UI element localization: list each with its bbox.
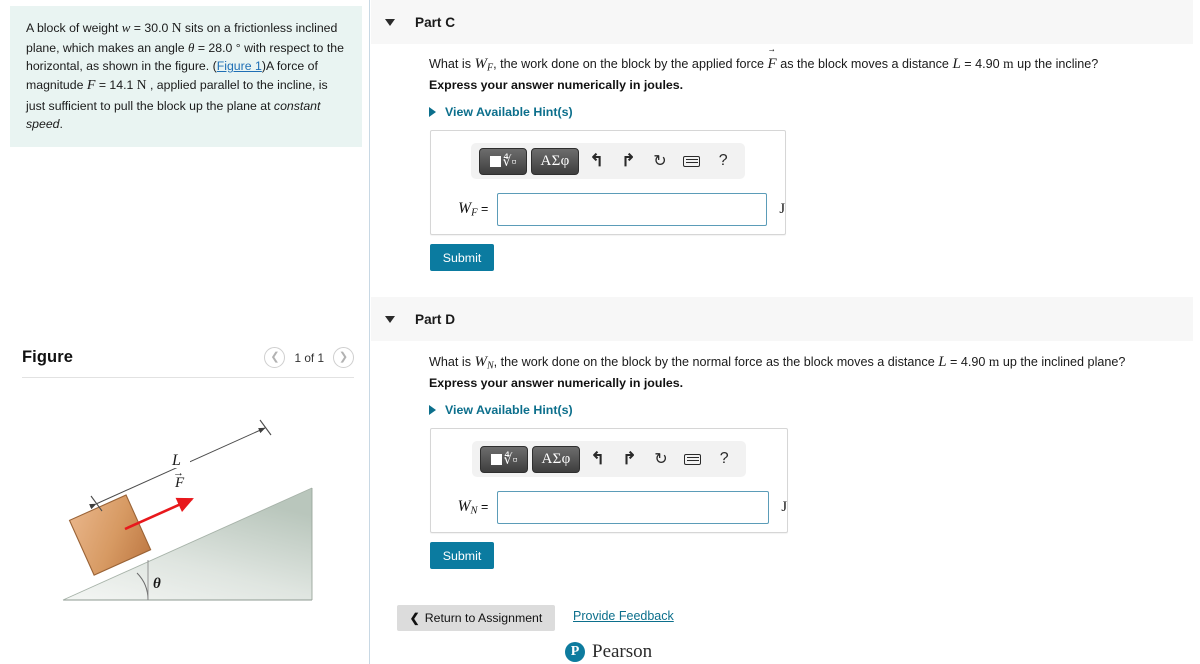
block xyxy=(68,494,152,576)
figure-page-label: 1 of 1 xyxy=(294,350,324,365)
figure-pager: ❮ 1 of 1 ❯ xyxy=(264,347,354,368)
q-post: up the incline? xyxy=(1013,57,1099,71)
pearson-mark-icon: P xyxy=(565,642,585,662)
part-d-answer-label: WN = xyxy=(441,498,489,517)
part-d-answer-row: WN = J xyxy=(431,491,787,524)
problem-text-6: . xyxy=(59,117,63,132)
angle-label: θ xyxy=(153,576,161,592)
pearson-logo: P Pearson xyxy=(565,641,652,663)
q-mid1: , the work done on the block by the norm… xyxy=(493,355,939,369)
answer-equals: = xyxy=(477,202,489,217)
part-d-instruction: Express your answer numerically in joule… xyxy=(429,376,684,390)
answer-equals: = xyxy=(477,500,489,515)
template-root-icon[interactable]: ∜▫ xyxy=(480,445,528,473)
answer-var: W xyxy=(458,200,472,218)
part-d-question: What is WN, the work done on the block b… xyxy=(429,352,1125,374)
q-length-value: = 4.90 xyxy=(960,57,1004,71)
q-length-var: L xyxy=(938,354,947,370)
help-icon[interactable]: ? xyxy=(710,446,738,472)
distance-label: L xyxy=(171,452,181,469)
figure-header: Figure ❮ 1 of 1 ❯ xyxy=(22,347,354,368)
help-icon[interactable]: ? xyxy=(709,148,737,174)
q-force-vector: F xyxy=(768,54,777,75)
part-c-instruction: Express your answer numerically in joule… xyxy=(429,78,684,92)
q-work-var: W xyxy=(474,56,488,72)
left-panel: A block of weight w = 30.0 N sits on a f… xyxy=(0,0,370,664)
part-c-header[interactable]: Part C xyxy=(371,0,1193,44)
reset-icon[interactable]: ↻ xyxy=(646,148,674,174)
part-c-answer-row: WF = J xyxy=(431,193,785,226)
chevron-left-icon[interactable]: ❮ xyxy=(264,347,286,368)
template-root-icon[interactable]: ∜▫ xyxy=(479,147,527,175)
part-d-answer-input[interactable] xyxy=(497,491,770,524)
chevron-down-icon[interactable] xyxy=(385,315,395,323)
undo-icon[interactable]: ↰ xyxy=(583,148,611,174)
force-unit: N xyxy=(136,77,147,93)
weight-value: = 30.0 xyxy=(130,21,172,35)
weight-unit: N xyxy=(171,20,182,35)
part-c-title: Part C xyxy=(415,14,456,30)
redo-icon[interactable]: ↱ xyxy=(616,446,644,472)
redo-icon[interactable]: ↱ xyxy=(615,148,643,174)
reset-icon[interactable]: ↻ xyxy=(647,446,675,472)
greek-symbols-button[interactable]: ΑΣφ xyxy=(531,147,579,175)
part-d-math-toolbar: ∜▫ ΑΣφ ↰ ↱ ↻ ? xyxy=(472,441,746,477)
part-c-answer-unit: J xyxy=(779,201,785,217)
answer-sub: N xyxy=(470,505,478,517)
figure-1-link[interactable]: Figure 1 xyxy=(217,59,262,73)
theta-value: = 28.0 xyxy=(194,40,236,55)
q-work-var: W xyxy=(474,354,488,370)
part-d-answer-card: ∜▫ ΑΣφ ↰ ↱ ↻ ? WN = J xyxy=(430,428,788,533)
q-length-var: L xyxy=(952,56,961,72)
part-c-answer-input[interactable] xyxy=(497,193,768,226)
q-mid2: as the block moves a distance xyxy=(776,57,953,71)
q-length-unit: m xyxy=(1003,56,1014,71)
q-pre: What is xyxy=(429,355,475,369)
triangle-right-icon xyxy=(429,107,436,117)
part-d-title: Part D xyxy=(415,311,456,327)
part-d-hints-toggle[interactable]: View Available Hint(s) xyxy=(429,403,573,417)
pearson-wordmark: Pearson xyxy=(592,641,653,662)
figure-title: Figure xyxy=(22,348,74,366)
provide-feedback-link[interactable]: Provide Feedback xyxy=(573,609,674,623)
part-d-answer-unit: J xyxy=(781,499,787,515)
undo-icon[interactable]: ↰ xyxy=(584,446,612,472)
part-c-answer-label: WF = xyxy=(441,200,488,219)
q-mid1: , the work done on the block by the appl… xyxy=(493,57,768,71)
q-work-sub: N xyxy=(487,360,494,372)
answer-var: W xyxy=(457,498,471,516)
return-to-assignment-label: Return to Assignment xyxy=(424,611,543,625)
assignment-page: A block of weight w = 30.0 N sits on a f… xyxy=(0,0,1200,664)
part-c-submit-button[interactable]: Submit xyxy=(430,244,494,271)
right-panel: Part C What is WF, the work done on the … xyxy=(371,0,1200,664)
part-c-question: What is W F, the work done on the block b… xyxy=(429,54,1098,76)
q-post: up the inclined plane? xyxy=(999,355,1126,369)
part-d-hints-label: View Available Hint(s) xyxy=(445,403,573,417)
return-to-assignment-button[interactable]: ❮ Return to Assignment xyxy=(397,605,555,631)
part-c-answer-card: ∜▫ ΑΣφ ↰ ↱ ↻ ? WF = J xyxy=(430,130,786,235)
chevron-left-icon: ❮ xyxy=(409,611,420,625)
part-d-header[interactable]: Part D xyxy=(371,297,1193,341)
figure-divider xyxy=(22,377,354,378)
greek-symbols-button[interactable]: ΑΣφ xyxy=(532,445,580,473)
distance-tick-end xyxy=(259,419,272,436)
keyboard-icon[interactable] xyxy=(679,446,707,472)
q-pre: What is xyxy=(429,57,475,71)
triangle-right-icon xyxy=(429,405,436,415)
chevron-right-icon[interactable]: ❯ xyxy=(333,347,354,368)
q-length-value: = 4.90 xyxy=(946,355,989,369)
part-c-hints-label: View Available Hint(s) xyxy=(445,105,573,119)
keyboard-icon[interactable] xyxy=(678,148,706,174)
inclined-plane-figure: F → L θ xyxy=(62,419,313,601)
problem-statement: A block of weight w = 30.0 N sits on a f… xyxy=(10,6,362,148)
part-c-math-toolbar: ∜▫ ΑΣφ ↰ ↱ ↻ ? xyxy=(471,143,745,179)
problem-text-1: A block of weight xyxy=(26,21,122,35)
chevron-down-icon[interactable] xyxy=(385,18,395,26)
part-c-hints-toggle[interactable]: View Available Hint(s) xyxy=(429,105,573,119)
q-length-unit: m xyxy=(988,354,1000,369)
force-value: = 14.1 xyxy=(95,78,137,93)
part-d-submit-button[interactable]: Submit xyxy=(430,542,494,569)
